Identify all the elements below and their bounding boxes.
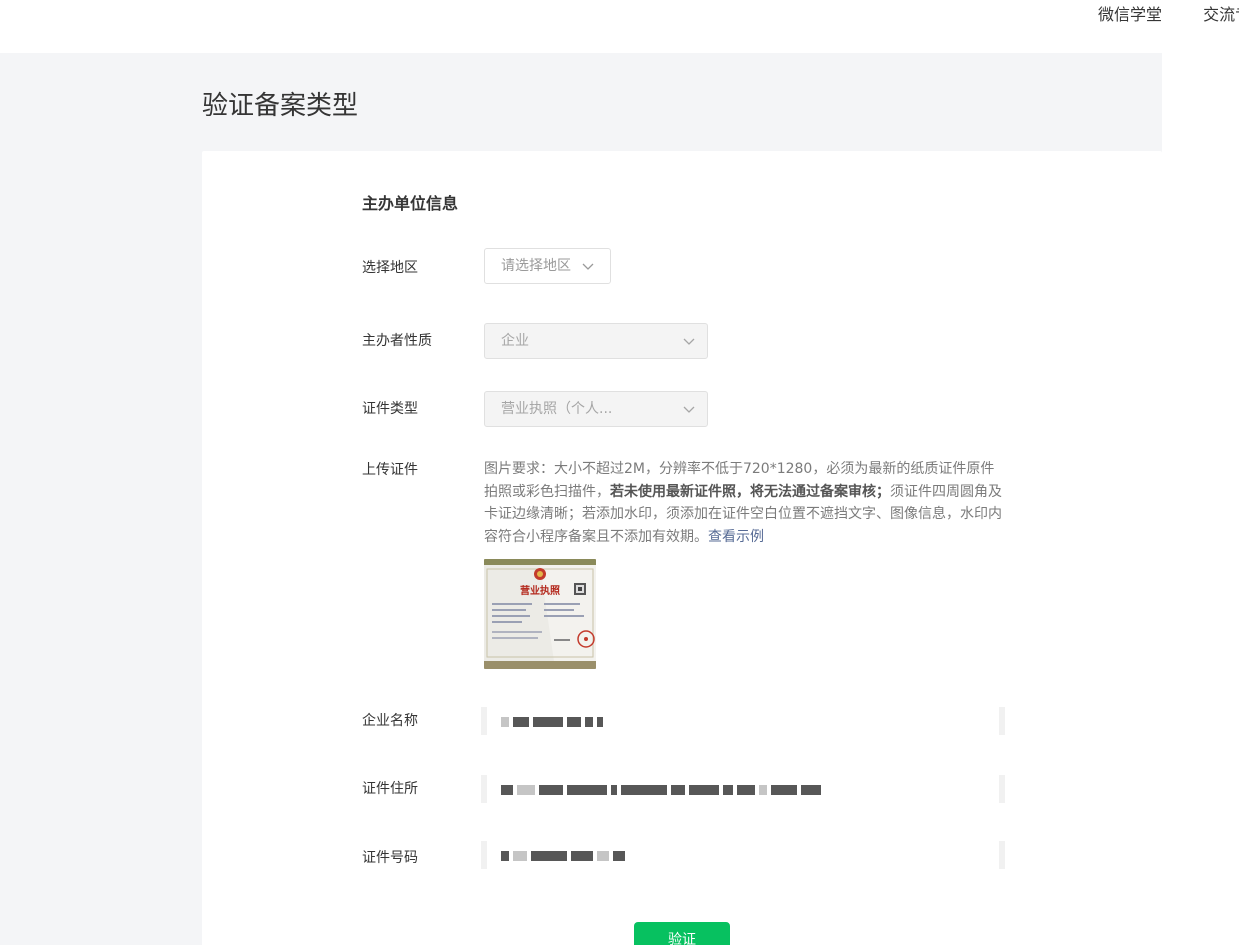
region-label: 选择地区 [362, 260, 418, 276]
chevron-down-icon [683, 338, 695, 345]
section-title: 主办单位信息 [362, 194, 459, 213]
top-bar: 微信学堂 交流专 [0, 0, 1239, 53]
cert-address-input[interactable] [481, 775, 1005, 805]
chevron-down-icon [582, 263, 594, 270]
cert-type-value: 营业执照（个人... [501, 401, 613, 417]
cert-type-label: 证件类型 [362, 401, 418, 417]
form-card: 主办单位信息 选择地区 请选择地区 主办者性质 企业 证件类型 营业执照（个人.… [202, 151, 1162, 945]
top-nav: 微信学堂 交流专 [1098, 5, 1239, 25]
verify-button[interactable]: 验证 [634, 922, 730, 945]
company-name-input[interactable] [481, 707, 1005, 737]
company-name-label: 企业名称 [362, 713, 418, 729]
view-example-link[interactable]: 查看示例 [708, 529, 764, 545]
upload-label: 上传证件 [362, 462, 418, 478]
cert-number-input[interactable] [481, 841, 1005, 871]
page-title: 验证备案类型 [202, 91, 359, 121]
license-title-text: 营业执照 [520, 584, 560, 597]
license-image: 营业执照 [484, 559, 596, 669]
uploaded-license-thumbnail[interactable]: 营业执照 [484, 559, 596, 669]
owner-type-label: 主办者性质 [362, 333, 432, 349]
upload-requirements: 图片要求：大小不超过2M，分辨率不低于720*1280，必须为最新的纸质证件原件… [484, 458, 1006, 548]
region-select[interactable]: 请选择地区 [484, 248, 611, 284]
owner-type-value: 企业 [501, 333, 529, 349]
redacted-value [501, 715, 603, 729]
upload-tip-warning: 若未使用最新证件照，将无法通过备案审核； [610, 483, 890, 500]
chevron-down-icon [683, 406, 695, 413]
nav-link-community[interactable]: 交流专 [1203, 5, 1239, 24]
region-placeholder: 请选择地区 [501, 258, 571, 274]
nav-link-wechat-academy[interactable]: 微信学堂 [1098, 5, 1162, 24]
redacted-value [501, 783, 821, 797]
owner-type-select[interactable]: 企业 [484, 323, 708, 359]
cert-address-label: 证件住所 [362, 781, 418, 797]
right-gutter [1162, 53, 1239, 945]
cert-type-select[interactable]: 营业执照（个人... [484, 391, 708, 427]
redacted-value [501, 849, 625, 863]
cert-number-label: 证件号码 [362, 850, 418, 866]
